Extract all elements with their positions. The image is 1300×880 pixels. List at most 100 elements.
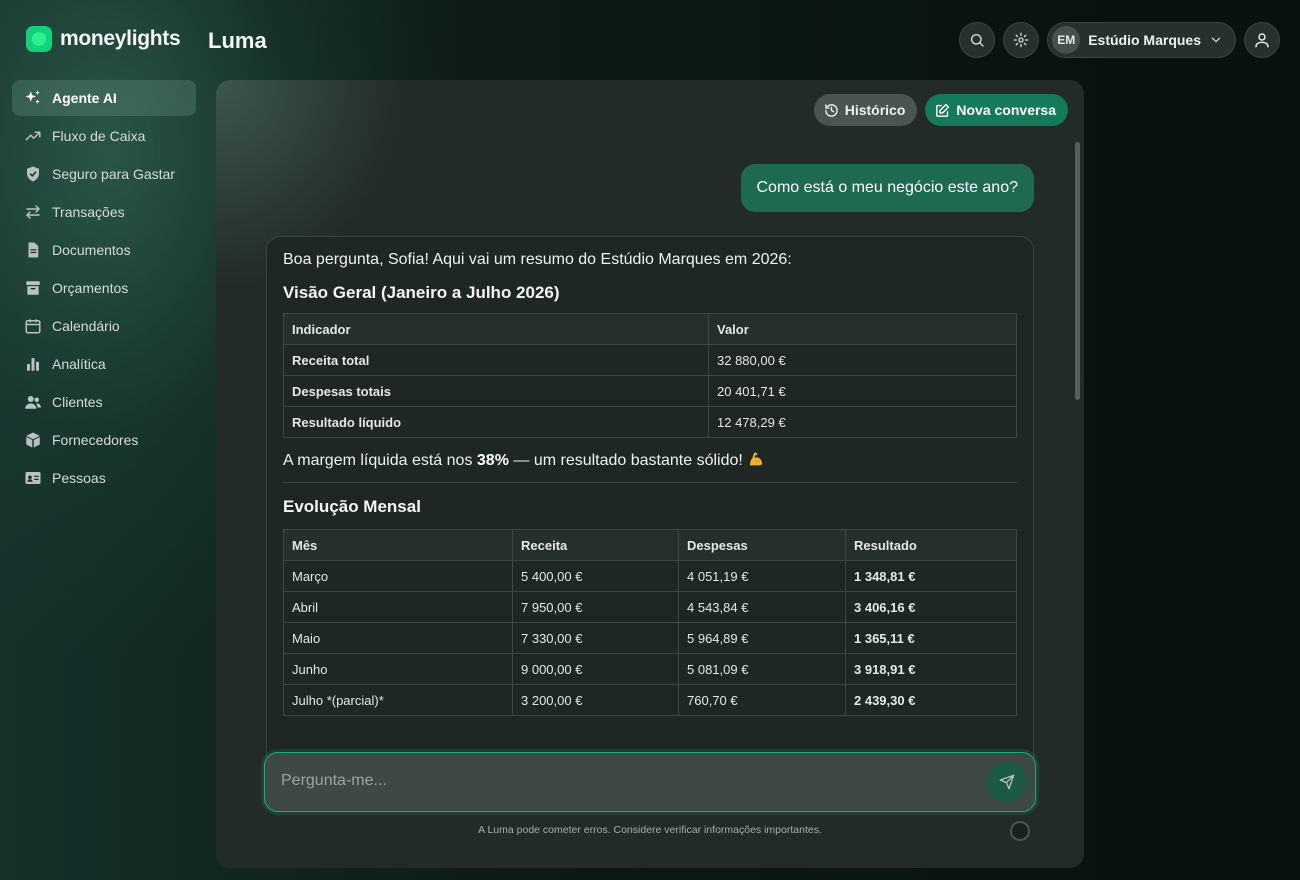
- overview-heading: Visão Geral (Janeiro a Julho 2026): [283, 283, 560, 302]
- sidebar-item-analitica[interactable]: Analítica: [12, 346, 196, 382]
- chat-header-actions: Histórico Nova conversa: [813, 94, 1068, 126]
- sidebar-item-label: Agente AI: [52, 90, 117, 106]
- table-cell: 12 478,29 €: [708, 406, 1017, 438]
- send-button[interactable]: [987, 762, 1027, 802]
- table-row: Abril 7 950,00 € 4 543,84 € 3 406,16 €: [283, 591, 1017, 623]
- table-cell: 5 964,89 €: [678, 622, 846, 654]
- bar-chart-icon: [24, 355, 42, 373]
- table-header-row: Mês Receita Despesas Resultado: [283, 529, 1017, 561]
- margin-prefix: A margem líquida está nos: [283, 452, 477, 469]
- trend-up-icon: [24, 127, 42, 145]
- sidebar-item-label: Orçamentos: [52, 280, 129, 296]
- sidebar-item-agente-ai[interactable]: Agente AI: [12, 80, 196, 116]
- table-row: Março 5 400,00 € 4 051,19 € 1 348,81 €: [283, 560, 1017, 592]
- archive-box-icon: [24, 279, 42, 297]
- sidebar-item-label: Calendário: [52, 318, 120, 334]
- table-cell: 3 200,00 €: [512, 684, 679, 716]
- table-cell: 4 543,84 €: [678, 591, 846, 623]
- brand-name: moneylights: [60, 27, 181, 50]
- table-cell: 5 400,00 €: [512, 560, 679, 592]
- top-actions: EM Estúdio Marques: [959, 22, 1280, 58]
- table-row: Despesas totais 20 401,71 €: [283, 375, 1017, 407]
- arrows-swap-icon: [24, 203, 42, 221]
- table-cell: 20 401,71 €: [708, 375, 1017, 407]
- sparkles-icon: [24, 89, 42, 107]
- table-row: Junho 9 000,00 € 5 081,09 € 3 918,91 €: [283, 653, 1017, 685]
- table-cell: 7 950,00 €: [512, 591, 679, 623]
- table-cell: 2 439,30 €: [845, 684, 1017, 716]
- sidebar-item-transacoes[interactable]: Transações: [12, 194, 196, 230]
- settings-button[interactable]: [1003, 22, 1040, 58]
- sidebar-item-fluxo-de-caixa[interactable]: Fluxo de Caixa: [12, 118, 196, 154]
- table-header: Valor: [708, 313, 1017, 345]
- message-list[interactable]: Como está o meu negócio este ano? Boa pe…: [216, 140, 1084, 798]
- chevron-down-icon: [1211, 37, 1221, 43]
- table-header: Despesas: [678, 529, 846, 561]
- brand-logo[interactable]: moneylights: [26, 26, 181, 52]
- table-cell: Abril: [283, 591, 513, 623]
- page-title: Luma: [208, 28, 267, 53]
- search-icon: [971, 34, 984, 47]
- table-cell: 5 081,09 €: [678, 653, 846, 685]
- organization-switcher[interactable]: EM Estúdio Marques: [1047, 22, 1236, 58]
- shield-check-icon: [24, 165, 42, 183]
- overview-table: Indicador Valor Receita total 32 880,00 …: [283, 313, 1017, 438]
- table-cell: Maio: [283, 622, 513, 654]
- scrollbar[interactable]: [1075, 142, 1080, 400]
- table-row: Resultado líquido 12 478,29 €: [283, 406, 1017, 438]
- sidebar-item-orcamentos[interactable]: Orçamentos: [12, 270, 196, 306]
- table-cell: 32 880,00 €: [708, 344, 1017, 376]
- table-header: Indicador: [283, 313, 709, 345]
- monthly-table: Mês Receita Despesas Resultado Março 5 4…: [283, 529, 1017, 716]
- margin-value: 38%: [476, 452, 509, 469]
- table-cell: 1 348,81 €: [845, 560, 1017, 592]
- sidebar-item-pessoas[interactable]: Pessoas: [12, 460, 196, 496]
- flexed-biceps-icon: [750, 452, 763, 466]
- sidebar-item-label: Clientes: [52, 394, 103, 410]
- new-conversation-button[interactable]: Nova conversa: [925, 94, 1068, 126]
- sidebar-item-calendario[interactable]: Calendário: [12, 308, 196, 344]
- history-button[interactable]: Histórico: [813, 94, 918, 126]
- table-cell: Julho *(parcial)*: [283, 684, 513, 716]
- loading-spinner-icon: [1010, 821, 1030, 841]
- chat-panel: Histórico Nova conversa Como está o meu …: [216, 80, 1084, 868]
- table-cell: 1 365,11 €: [845, 622, 1017, 654]
- sidebar-item-fornecedores[interactable]: Fornecedores: [12, 422, 196, 458]
- table-cell: 7 330,00 €: [512, 622, 679, 654]
- table-cell: Junho: [283, 653, 513, 685]
- margin-suffix: — um resultado bastante sólido!: [508, 452, 743, 469]
- sidebar: Agente AI Fluxo de Caixa Seguro para Gas…: [12, 80, 196, 498]
- composer: [264, 752, 1036, 812]
- document-icon: [24, 241, 42, 259]
- table-cell: 760,70 €: [678, 684, 846, 716]
- assistant-intro: Boa pergunta, Sofia! Aqui vai um resumo …: [283, 251, 792, 268]
- account-button[interactable]: [1244, 22, 1280, 58]
- sidebar-item-label: Seguro para Gastar: [52, 166, 175, 182]
- edit-icon: [936, 103, 950, 117]
- margin-summary: A margem líquida está nos 38% — um resul…: [283, 450, 1017, 483]
- user-message: Como está o meu negócio este ano?: [740, 164, 1034, 212]
- table-cell: Receita total: [283, 344, 709, 376]
- sidebar-item-label: Fluxo de Caixa: [52, 128, 146, 144]
- sidebar-item-documentos[interactable]: Documentos: [12, 232, 196, 268]
- table-cell: 3 918,91 €: [845, 653, 1017, 685]
- table-header-row: Indicador Valor: [283, 313, 1017, 345]
- table-header: Receita: [512, 529, 679, 561]
- calendar-icon: [24, 317, 42, 335]
- sidebar-item-seguro-para-gastar[interactable]: Seguro para Gastar: [12, 156, 196, 192]
- search-button[interactable]: [959, 22, 996, 58]
- sidebar-item-clientes[interactable]: Clientes: [12, 384, 196, 420]
- sidebar-item-label: Analítica: [52, 356, 106, 372]
- table-cell: Despesas totais: [283, 375, 709, 407]
- cube-icon: [24, 431, 42, 449]
- table-header: Resultado: [845, 529, 1017, 561]
- monthly-heading: Evolução Mensal: [283, 497, 421, 516]
- sidebar-item-label: Pessoas: [52, 470, 106, 486]
- table-cell: Resultado líquido: [283, 406, 709, 438]
- history-label: Histórico: [844, 102, 906, 118]
- table-row: Julho *(parcial)* 3 200,00 € 760,70 € 2 …: [283, 684, 1017, 716]
- chat-input[interactable]: [281, 753, 961, 809]
- disclaimer: A Luma pode cometer erros. Considere ver…: [478, 824, 822, 836]
- logo-mark-icon: [26, 26, 52, 52]
- table-cell: 9 000,00 €: [512, 653, 679, 685]
